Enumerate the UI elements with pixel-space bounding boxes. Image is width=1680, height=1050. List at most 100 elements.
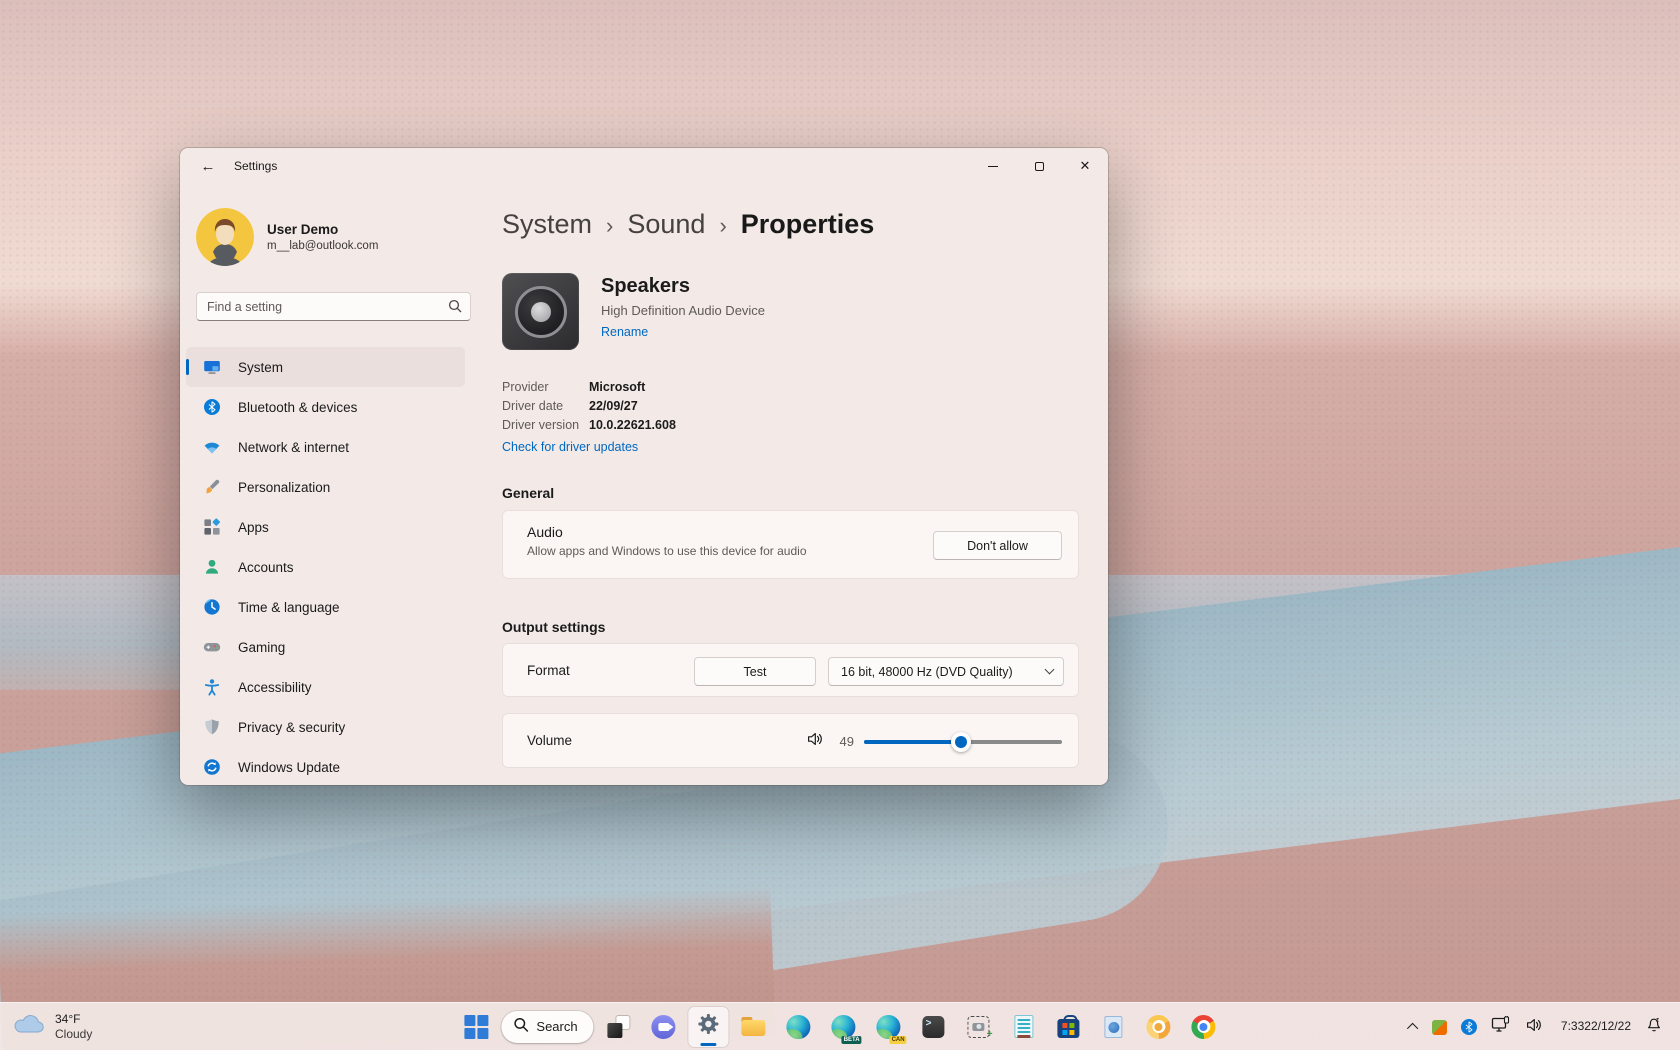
privacy-icon [202, 717, 222, 737]
volume-slider[interactable] [864, 732, 1062, 752]
bell-dnd-icon: z [1645, 1016, 1663, 1039]
profile[interactable]: User Demo m__lab@outlook.com [196, 208, 477, 266]
chevron-up-icon [1407, 1023, 1418, 1034]
sidebar-item-bluetooth-devices[interactable]: Bluetooth & devices [186, 387, 465, 427]
sidebar-item-label: Accessibility [238, 680, 312, 695]
minimize-icon [988, 166, 998, 167]
weather-cloud-icon [12, 1012, 46, 1041]
network-button[interactable] [1486, 1009, 1516, 1045]
driver-label: Driver date [502, 399, 589, 413]
tray-app-icon [1432, 1020, 1447, 1035]
store-button[interactable] [1049, 1007, 1089, 1047]
format-dropdown[interactable]: 16 bit, 48000 Hz (DVD Quality) [828, 657, 1064, 686]
sidebar-item-privacy-security[interactable]: Privacy & security [186, 707, 465, 747]
driver-value: 22/09/27 [589, 399, 638, 413]
start-button[interactable] [456, 1007, 496, 1047]
sidebar-item-time-language[interactable]: Time & language [186, 587, 465, 627]
sidebar-item-system[interactable]: System [186, 347, 465, 387]
hidden-icons-button[interactable] [1405, 1009, 1423, 1045]
desktop: ← Settings ✕ [0, 0, 1680, 1050]
sidebar-item-accounts[interactable]: Accounts [186, 547, 465, 587]
volume-controls: 49 [806, 714, 1062, 769]
taskbar: 34°F Cloudy Search [0, 1002, 1680, 1050]
sidebar-item-label: Gaming [238, 640, 285, 655]
speaker-cone [531, 302, 551, 322]
chrome-button[interactable] [1184, 1007, 1224, 1047]
notepad-button[interactable] [1004, 1007, 1044, 1047]
notifications-button[interactable]: z [1640, 1009, 1668, 1045]
sidebar-item-label: Personalization [238, 480, 330, 495]
breadcrumb-separator: › [606, 211, 613, 239]
general-heading: General [502, 485, 1082, 501]
avatar [196, 208, 254, 266]
profile-name: User Demo [267, 222, 378, 237]
taskbar-search-button[interactable]: Search [501, 1011, 593, 1043]
sidebar-item-network-internet[interactable]: Network & internet [186, 427, 465, 467]
document-button[interactable] [1094, 1007, 1134, 1047]
edge-canary-button[interactable]: CAN [869, 1007, 909, 1047]
dont-allow-button[interactable]: Don't allow [933, 531, 1062, 560]
tray-bluetooth-button[interactable] [1456, 1009, 1482, 1045]
titlebar[interactable]: ← Settings ✕ [180, 148, 1108, 184]
weather-widget[interactable]: 34°F Cloudy [12, 1012, 92, 1042]
search-input[interactable] [196, 292, 471, 321]
sidebar-item-label: Network & internet [238, 440, 349, 455]
sidebar-item-accessibility[interactable]: Accessibility [186, 667, 465, 707]
breadcrumb-system[interactable]: System [502, 209, 592, 240]
document-globe-icon [1105, 1016, 1123, 1038]
format-label: Format [527, 663, 570, 678]
network-icon [202, 437, 222, 457]
chat-button[interactable] [644, 1007, 684, 1047]
bluetooth-icon [202, 397, 222, 417]
chrome-canary-button[interactable] [1139, 1007, 1179, 1047]
chrome-icon [1192, 1015, 1216, 1039]
notepad-icon [1014, 1015, 1033, 1038]
maximize-button[interactable] [1016, 148, 1062, 184]
sidebar-item-label: System [238, 360, 283, 375]
search-icon [448, 299, 462, 318]
profile-text: User Demo m__lab@outlook.com [267, 222, 378, 252]
sidebar-item-gaming[interactable]: Gaming [186, 627, 465, 667]
driver-row-date: Driver date 22/09/27 [502, 396, 1082, 415]
driver-label: Driver version [502, 418, 589, 432]
minimize-button[interactable] [970, 148, 1016, 184]
driver-value: Microsoft [589, 380, 645, 394]
time-language-icon [202, 597, 222, 617]
audio-card: Audio Allow apps and Windows to use this… [502, 510, 1079, 579]
task-view-button[interactable] [599, 1007, 639, 1047]
tray-app-button[interactable] [1427, 1009, 1452, 1045]
volume-card: Volume 49 [502, 713, 1079, 768]
volume-speaker-icon[interactable] [806, 730, 824, 753]
chat-icon [652, 1015, 676, 1039]
back-button[interactable]: ← [192, 154, 224, 178]
file-explorer-button[interactable] [734, 1007, 774, 1047]
settings-taskbar-button[interactable] [689, 1007, 729, 1047]
sidebar-item-label: Privacy & security [238, 720, 345, 735]
gaming-icon [202, 637, 222, 657]
close-button[interactable]: ✕ [1062, 148, 1108, 184]
volume-tray-button[interactable] [1520, 1009, 1548, 1045]
accounts-icon [202, 557, 222, 577]
check-driver-updates-link[interactable]: Check for driver updates [502, 440, 638, 454]
sidebar-item-personalization[interactable]: Personalization [186, 467, 465, 507]
edge-beta-button[interactable]: BETA [824, 1007, 864, 1047]
sidebar-item-label: Apps [238, 520, 269, 535]
snipping-tool-button[interactable]: + [959, 1007, 999, 1047]
breadcrumb-separator: › [719, 211, 726, 239]
rename-link[interactable]: Rename [601, 325, 648, 339]
breadcrumb-sound[interactable]: Sound [627, 209, 705, 240]
clock[interactable]: 7:33 22/12/22 [1556, 1009, 1636, 1045]
system-tray: 7:33 22/12/22 z [1405, 1003, 1680, 1050]
test-button[interactable]: Test [694, 657, 816, 686]
weather-condition: Cloudy [55, 1027, 92, 1042]
weather-temp: 34°F [55, 1012, 92, 1027]
device-header: Speakers High Definition Audio Device Re… [502, 273, 1082, 350]
sidebar-item-apps[interactable]: Apps [186, 507, 465, 547]
terminal-button[interactable]: > [914, 1007, 954, 1047]
sidebar-item-windows-update[interactable]: Windows Update [186, 747, 465, 785]
edge-button[interactable] [779, 1007, 819, 1047]
windows-logo-icon [464, 1015, 488, 1039]
snipping-tool-icon: + [968, 1016, 990, 1038]
volume-slider-handle[interactable] [951, 732, 971, 752]
driver-value: 10.0.22621.608 [589, 418, 676, 432]
